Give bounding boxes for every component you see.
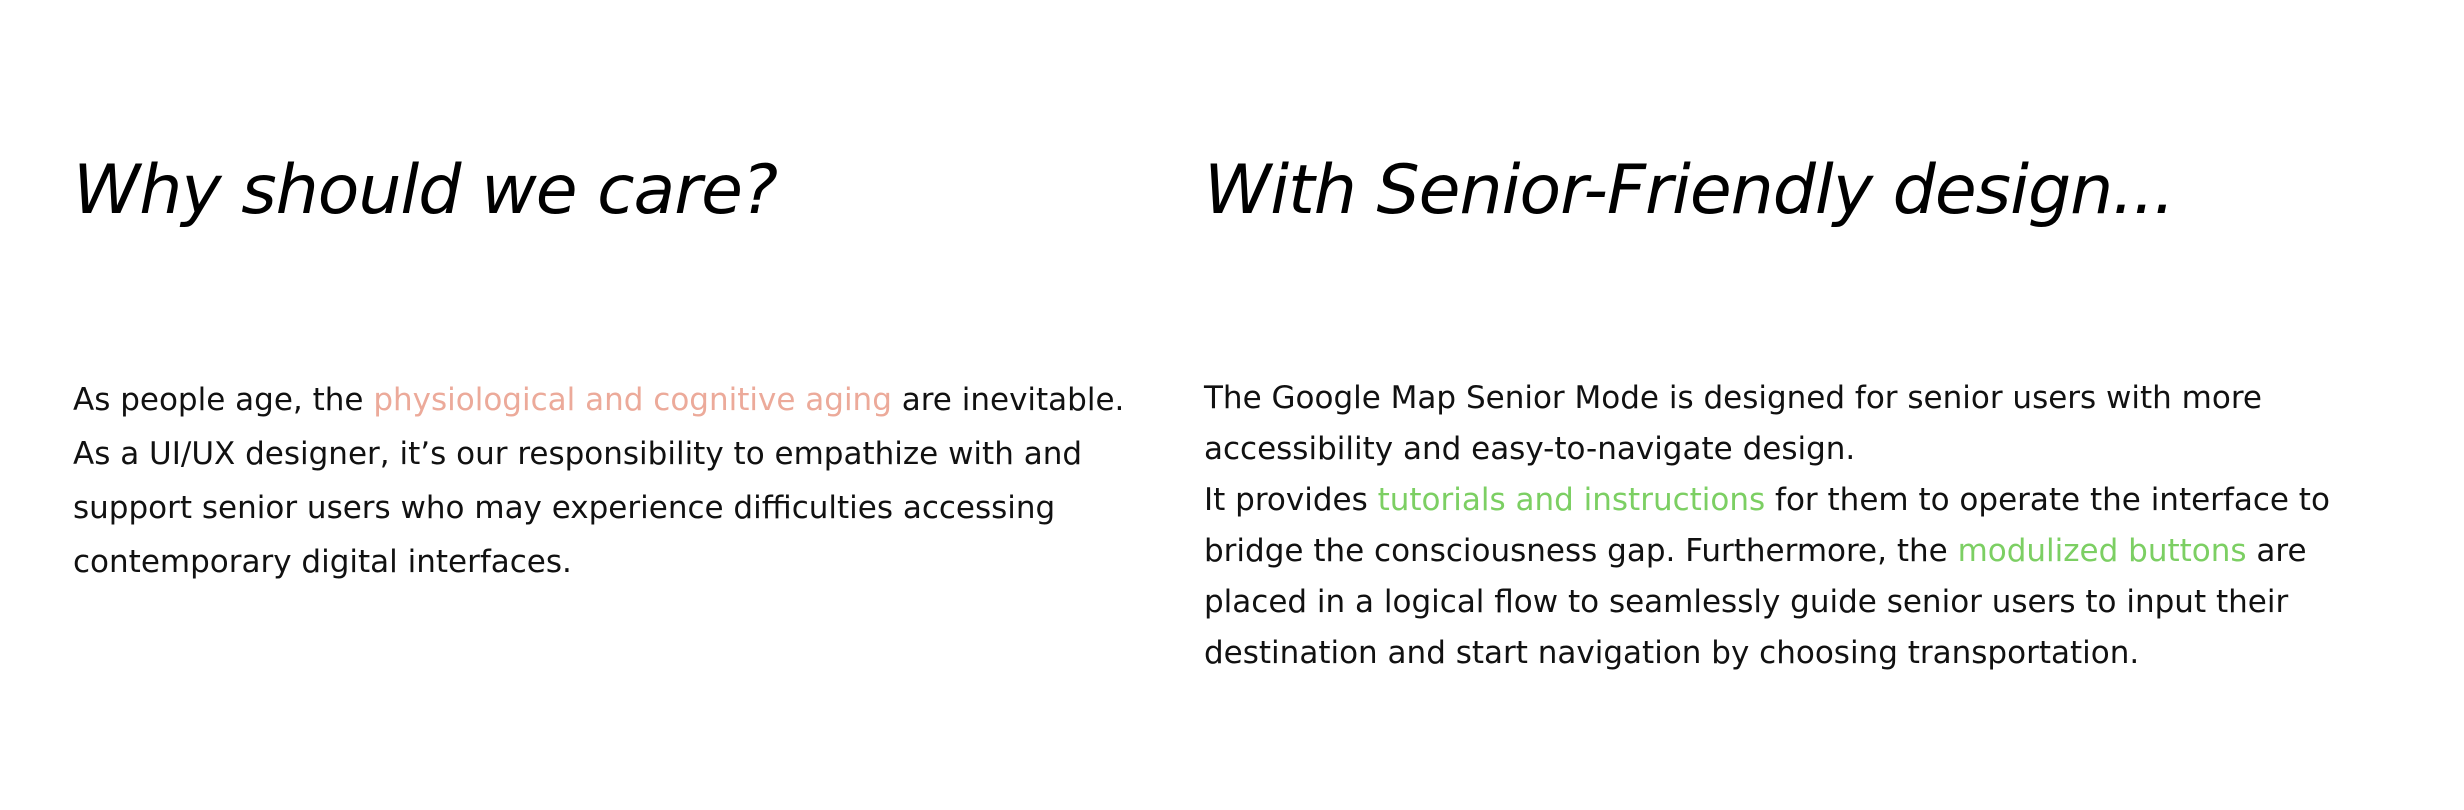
text-segment: for them to operate the interface to bbox=[1765, 482, 2330, 518]
senior-friendly-line-1: The Google Map Senior Mode is designed f… bbox=[1204, 380, 2262, 416]
senior-friendly-heading: With Senior-Friendly design... bbox=[1204, 151, 2175, 230]
text-segment: bridge the consciousness gap. Furthermor… bbox=[1204, 533, 1958, 569]
highlight-aging: physiological and cognitive aging bbox=[373, 382, 892, 418]
why-care-line-3: support senior users who may experience … bbox=[73, 490, 1056, 526]
senior-friendly-paragraph: The Google Map Senior Mode is designed f… bbox=[1204, 373, 2330, 679]
why-care-paragraph: As people age, the physiological and cog… bbox=[73, 373, 1124, 589]
why-care-section: Why should we care? As people age, the p… bbox=[73, 150, 1124, 580]
senior-friendly-line-3: It provides tutorials and instructions f… bbox=[1204, 475, 2330, 526]
senior-friendly-section: With Senior-Friendly design... The Googl… bbox=[1204, 150, 2330, 671]
text-segment: are inevitable. bbox=[891, 382, 1125, 418]
why-care-line-2: As a UI/UX designer, it’s our responsibi… bbox=[73, 436, 1083, 472]
senior-friendly-line-4: bridge the consciousness gap. Furthermor… bbox=[1204, 526, 2307, 577]
highlight-tutorials: tutorials and instructions bbox=[1377, 482, 1766, 518]
text-segment: are bbox=[2246, 533, 2307, 569]
why-care-heading: Why should we care? bbox=[73, 151, 778, 230]
text-segment: It provides bbox=[1204, 482, 1378, 518]
senior-friendly-line-2: accessibility and easy-to-navigate desig… bbox=[1204, 431, 1856, 467]
senior-friendly-line-6: destination and start navigation by choo… bbox=[1204, 635, 2140, 671]
highlight-modulized-buttons: modulized buttons bbox=[1957, 533, 2247, 569]
text-segment: As people age, the bbox=[73, 382, 374, 418]
senior-friendly-line-5: placed in a logical flow to seamlessly g… bbox=[1204, 584, 2289, 620]
why-care-line-4: contemporary digital interfaces. bbox=[73, 544, 572, 580]
why-care-line-1: As people age, the physiological and cog… bbox=[73, 373, 1124, 427]
